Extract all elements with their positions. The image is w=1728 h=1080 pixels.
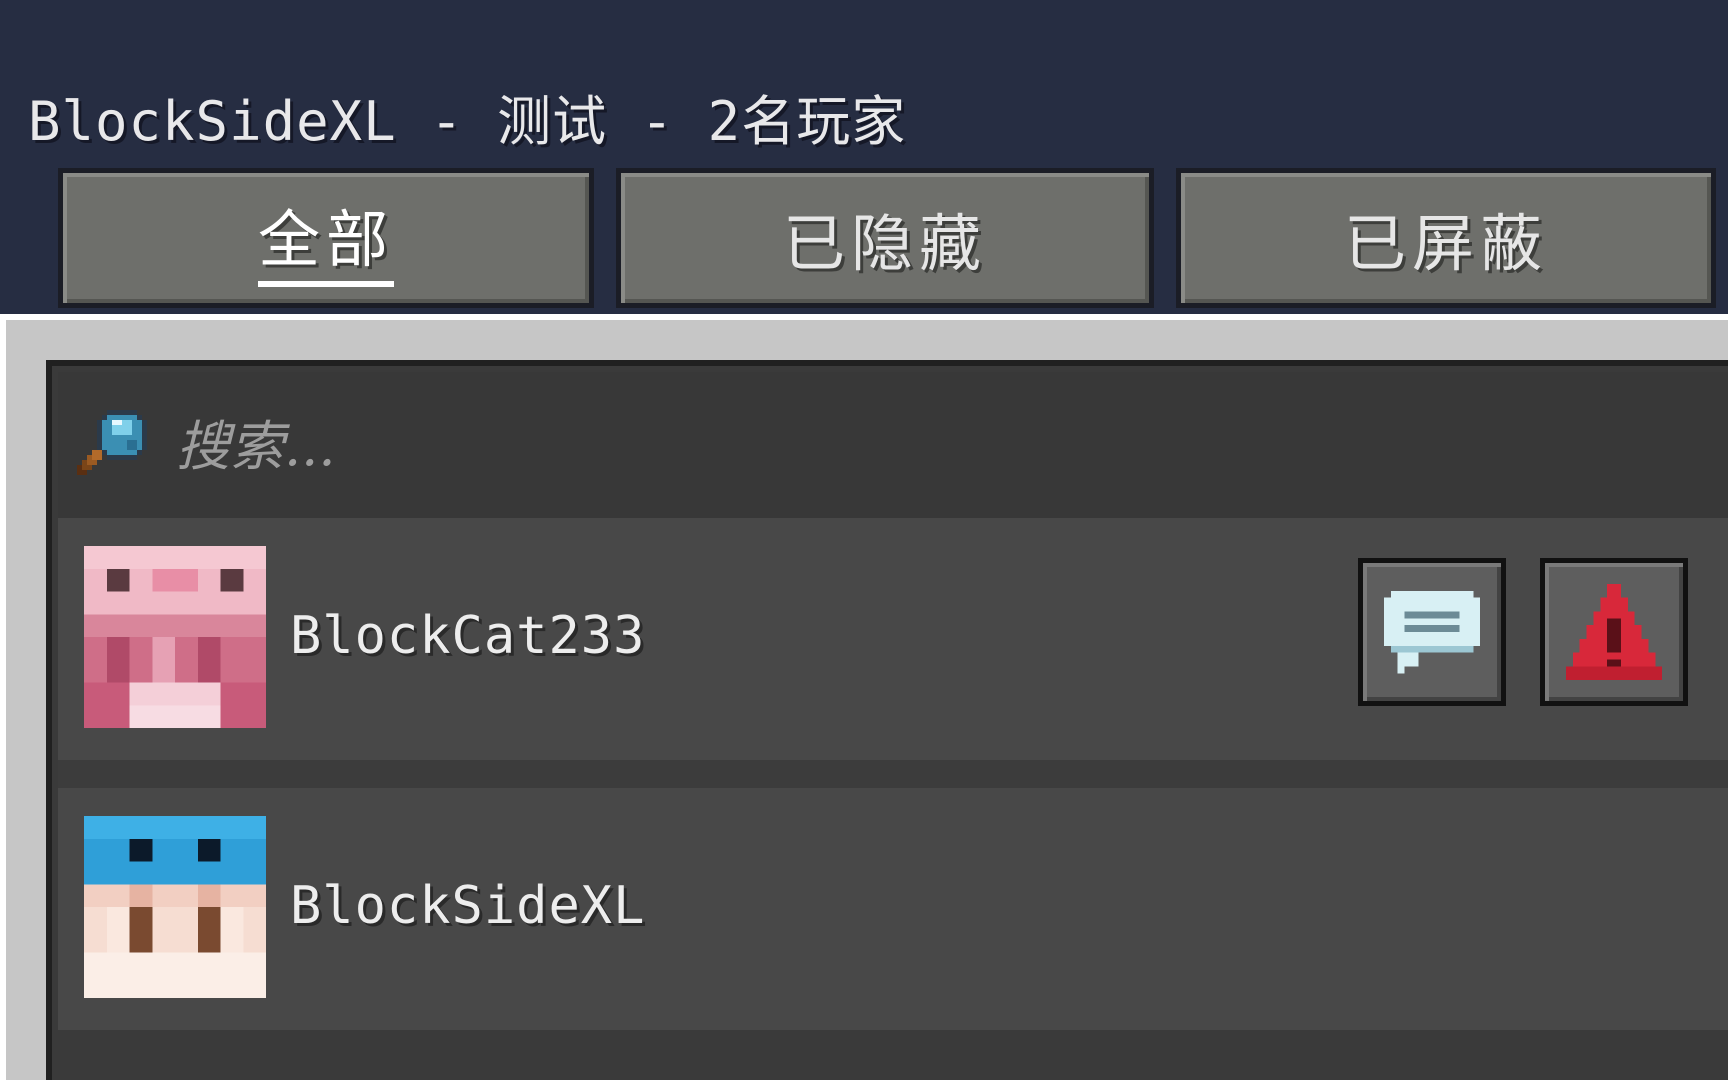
tab-blocked-label: 已屏蔽	[1343, 207, 1548, 280]
warning-triangle-icon	[1565, 583, 1663, 681]
search-input[interactable]	[176, 408, 1476, 484]
tab-hidden-label: 已隐藏	[782, 207, 987, 280]
tab-blocked[interactable]: 已屏蔽	[1176, 168, 1716, 308]
player-row[interactable]: BlockCat233	[58, 518, 1728, 760]
player-name: BlockSideXL	[290, 876, 646, 936]
tab-all-label: 全部	[257, 189, 394, 287]
tab-all[interactable]: 全部	[58, 168, 594, 308]
search-bar[interactable]	[58, 372, 1728, 518]
magnifier-icon	[77, 410, 147, 475]
avatar	[84, 546, 266, 728]
report-button[interactable]	[1540, 558, 1688, 706]
player-name: BlockCat233	[290, 606, 646, 666]
row-divider	[58, 760, 1728, 788]
player-row[interactable]: BlockSideXL	[58, 788, 1728, 1030]
list-bottom	[58, 1034, 1728, 1080]
chat-bubble-icon	[1383, 590, 1481, 674]
player-list-screen: BlockSideXL - 测试 - 2名玩家 全部 已隐藏 已屏蔽 搜索...…	[0, 0, 1728, 1080]
avatar	[84, 816, 266, 998]
tab-hidden[interactable]: 已隐藏	[616, 168, 1154, 308]
message-button[interactable]	[1358, 558, 1506, 706]
server-title: BlockSideXL - 测试 - 2名玩家	[28, 90, 907, 153]
